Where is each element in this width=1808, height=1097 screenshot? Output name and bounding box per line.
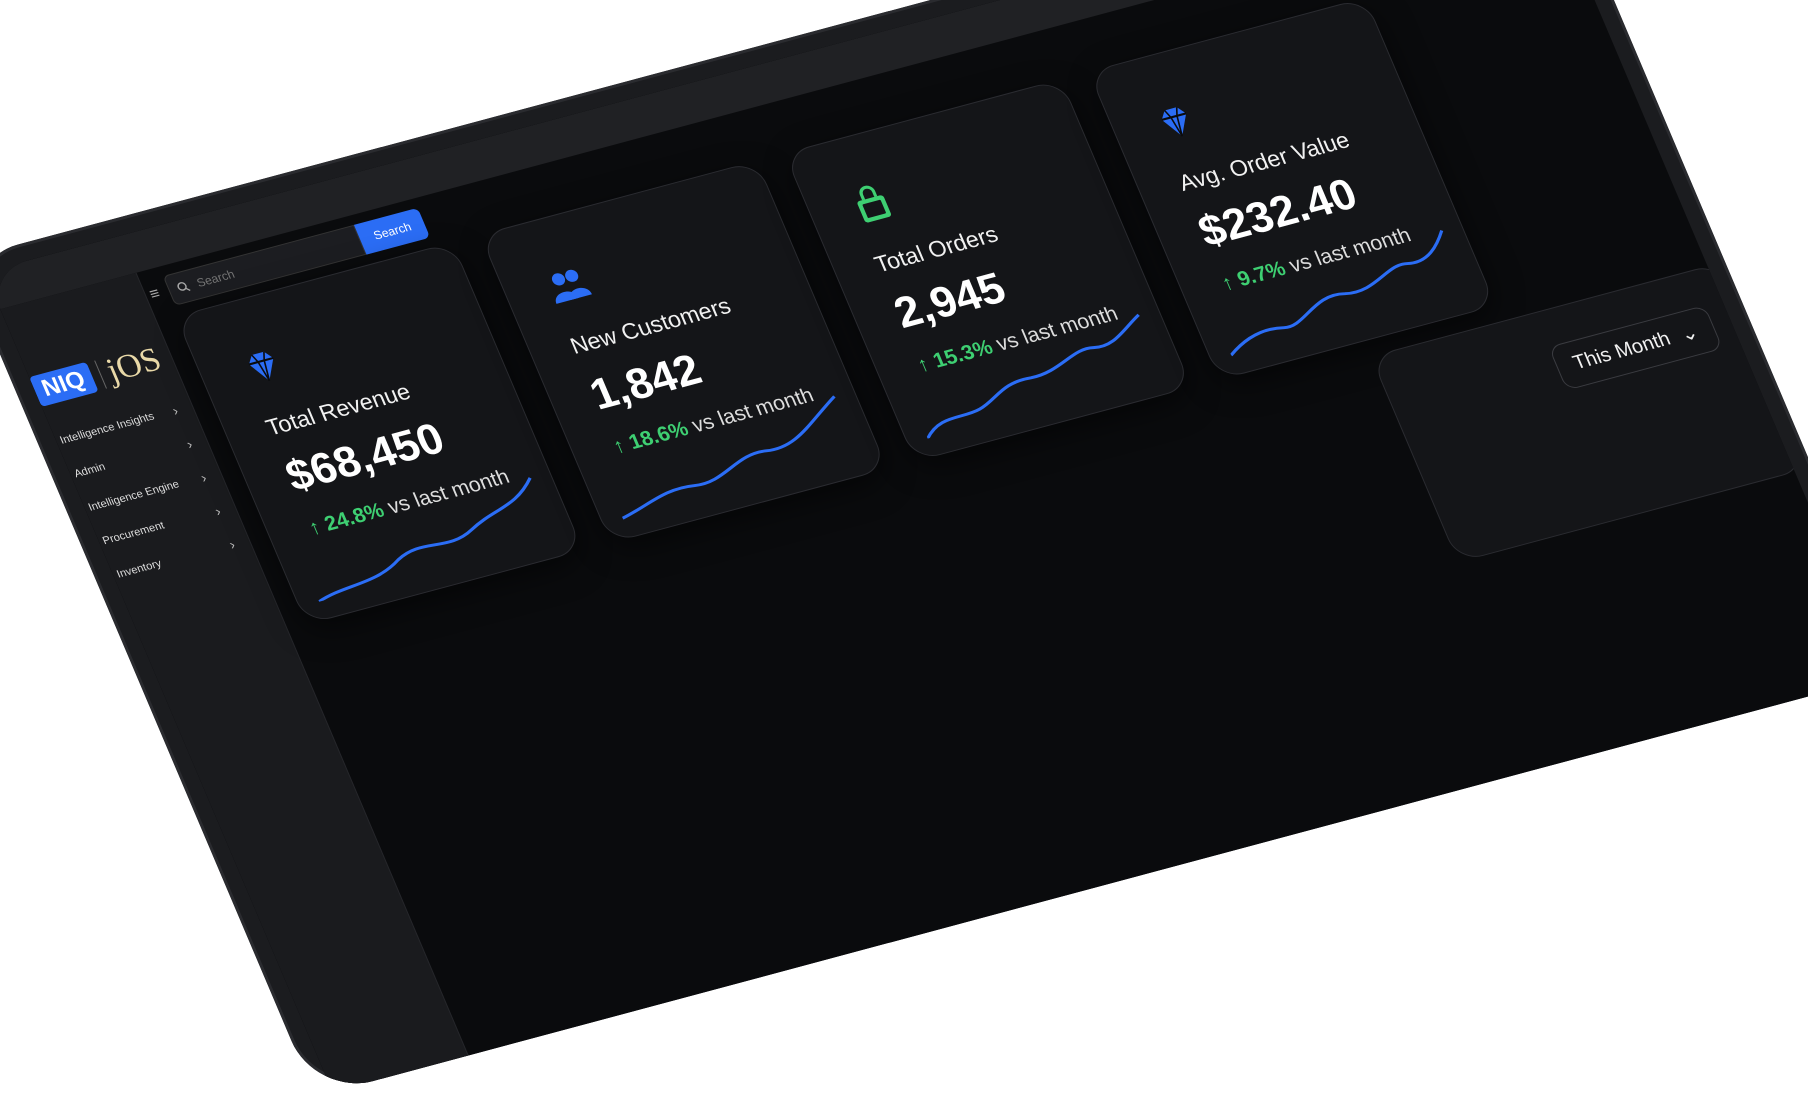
chevron-right-icon: › [198,469,210,486]
hamburger-menu-icon[interactable]: ≡ [147,285,163,304]
kpi-label: New Customers [566,292,735,359]
chevron-down-icon: ⌄ [1677,321,1703,347]
jos-logo: jOS [100,341,167,390]
sidebar-item-label: Inventory [115,557,164,581]
users-icon [551,269,592,304]
niq-logo: NIQ [29,361,99,407]
dashboard-screen: NIQ jOS Intelligence Insights › Admin › … [0,0,1808,1092]
search-icon [177,281,191,291]
diamond-icon [1161,107,1187,137]
search-button[interactable]: Search [354,207,431,255]
chevron-right-icon: › [212,502,224,519]
chevron-right-icon: › [226,536,238,553]
sidebar-item-label: Admin [72,460,108,481]
sidebar-item-label: Procurement [100,519,167,548]
period-dropdown[interactable]: This Month ⌄ [1548,304,1724,391]
device-frame: NIQ jOS Intelligence Insights › Admin › … [0,0,1808,1097]
kpi-value: 2,945 [886,263,1013,338]
kpi-value: 1,842 [582,345,709,420]
shopping-bag-icon [857,185,891,223]
chevron-right-icon: › [169,402,181,419]
diamond-icon [248,351,274,382]
period-dropdown-label: This Month [1569,327,1674,375]
chevron-right-icon: › [183,435,195,452]
